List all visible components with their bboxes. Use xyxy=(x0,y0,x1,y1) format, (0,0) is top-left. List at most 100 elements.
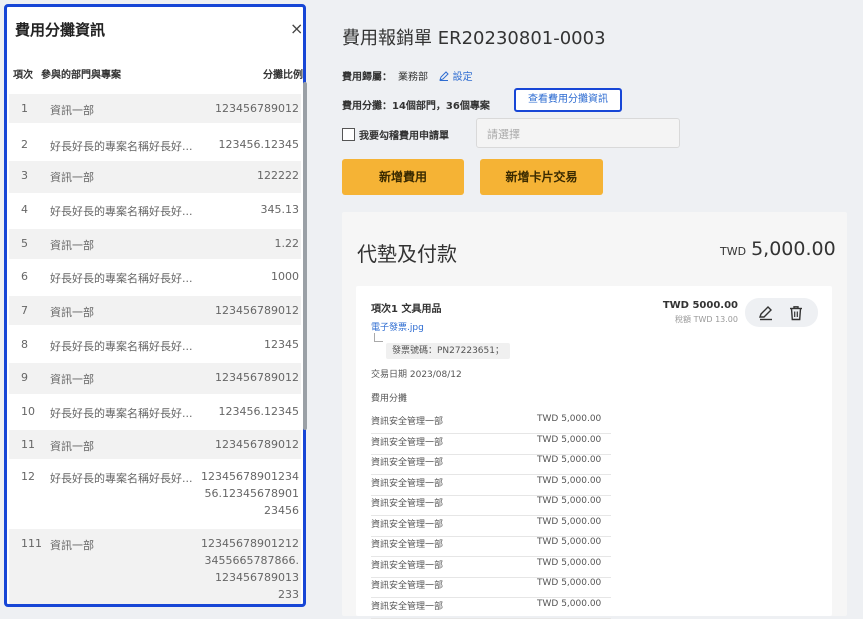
row-ratio: 123456.12345 xyxy=(218,138,299,151)
split-dept: 資訊安全管理一部 xyxy=(371,540,444,550)
allocation-panel: 費用分攤資訊 × 項次 參與的部門與專案 分攤比例 1 資訊一部 123456789… xyxy=(4,4,306,607)
split-dept: 資訊安全管理一部 xyxy=(371,519,444,530)
owner-value: 業務部 xyxy=(398,72,428,83)
panel-scrollbar[interactable] xyxy=(303,82,307,430)
split-row: 資訊安全管理一部 TWD 5,000.00 xyxy=(371,598,611,619)
panel-title: 費用分攤資訊 xyxy=(15,21,106,39)
view-allocation-button[interactable]: 查看費用分攤資訊 xyxy=(514,88,622,112)
row-dept-name: 好長好長的專案名稱好長好... xyxy=(50,140,193,153)
row-index: 9 xyxy=(21,371,28,384)
table-row: 111 資訊一部 12345678901212 3455665787866. 123… xyxy=(9,529,301,604)
owner-label: 費用歸屬： xyxy=(342,72,392,83)
table-row: 3 資訊一部 122222 xyxy=(9,161,301,193)
trash-icon[interactable] xyxy=(788,305,804,321)
row-dept-name: 好長好長的專案名稱好長好... xyxy=(50,272,193,285)
split-dept: 資訊安全管理一部 xyxy=(371,601,444,612)
link-request-checkbox[interactable]: 我要勾稽費用申請單 xyxy=(342,127,449,142)
table-row: 7 資訊一部 123456789012 xyxy=(9,296,301,325)
row-dept-name: 資訊一部 xyxy=(50,239,94,252)
transaction-date: 交易日期 2023/08/12 xyxy=(371,370,462,380)
table-row: 11 資訊一部 123456789012 xyxy=(9,430,301,459)
row-ratio: 123456789012 xyxy=(215,304,299,317)
owner-line: 費用歸屬： 業務部 設定 xyxy=(342,68,473,83)
row-ratio: 12345678901212 3455665787866. 1234567890… xyxy=(201,537,299,601)
table-row: 10 好長好長的專案名稱好長好... 123456.12345 xyxy=(9,397,301,426)
table-row: 9 資訊一部 123456789012 xyxy=(9,363,301,394)
row-ratio: 1.22 xyxy=(274,237,300,250)
edit-icon[interactable] xyxy=(758,305,774,321)
row-dept-name: 資訊一部 xyxy=(50,539,94,552)
attachment-link[interactable]: 電子發票.jpg xyxy=(371,320,424,333)
row-ratio: 122222 xyxy=(257,169,299,182)
header-ratio: 分攤比例 xyxy=(263,70,303,81)
edit-owner-link[interactable]: 設定 xyxy=(439,71,473,83)
split-amount: TWD 5,000.00 xyxy=(537,434,602,445)
item-amount: TWD 5000.00 xyxy=(662,300,738,311)
row-dept-name: 好長好長的專案名稱好長好... xyxy=(50,407,193,420)
row-ratio: 123456789012 xyxy=(215,102,299,115)
table-header: 項次 參與的部門與專案 分攤比例 xyxy=(7,64,303,82)
add-card-transaction-button[interactable]: 新增卡片交易 xyxy=(480,159,603,195)
split-label: 費用分攤 xyxy=(371,394,408,404)
receipt-number: 發票號碼：PN27223651； xyxy=(386,343,510,359)
split-dept: 資訊安全管理一部 xyxy=(371,437,444,448)
row-dept-name: 好長好長的專案名稱好長好... xyxy=(50,472,193,485)
item-title: 項次1 文具用品 xyxy=(371,304,442,315)
split-amount: TWD 5,000.00 xyxy=(537,557,602,568)
row-index: 111 xyxy=(21,537,42,550)
row-dept-name: 資訊一部 xyxy=(50,171,94,184)
row-index: 7 xyxy=(21,304,28,317)
split-amount: TWD 5,000.00 xyxy=(537,496,602,506)
row-dept-name: 好長好長的專案名稱好長好... xyxy=(50,340,193,353)
split-amount: TWD 5,000.00 xyxy=(537,516,602,527)
split-row: 資訊安全管理一部 TWD 5,000.00 xyxy=(371,434,611,455)
total-amount: 5,000.00 xyxy=(751,238,836,260)
split-amount: TWD 5,000.00 xyxy=(537,578,602,588)
row-index: 2 xyxy=(21,138,28,151)
close-icon[interactable]: × xyxy=(290,19,303,38)
advance-title: 代墊及付款 xyxy=(357,242,457,266)
split-row: 資訊安全管理一部 TWD 5,000.00 xyxy=(371,454,611,475)
row-index: 1 xyxy=(21,102,28,115)
tree-connector xyxy=(374,333,383,342)
row-index: 3 xyxy=(21,169,28,182)
table-row: 2 好長好長的專案名稱好長好... 123456.12345 xyxy=(9,130,301,159)
table-row: 8 好長好長的專案名稱好長好... 12345 xyxy=(9,330,301,359)
table-row: 12 好長好長的專案名稱好長好... 12345678901234 56.12345… xyxy=(9,462,301,528)
pencil-icon xyxy=(439,71,450,81)
row-index: 10 xyxy=(21,405,35,418)
split-dept: 資訊安全管理一部 xyxy=(371,581,444,591)
split-amount: TWD 5,000.00 xyxy=(537,537,602,547)
table-row: 1 資訊一部 123456789012 xyxy=(9,94,301,123)
split-dept: 資訊安全管理一部 xyxy=(371,560,444,571)
row-ratio: 1000 xyxy=(271,270,299,283)
split-dept: 資訊安全管理一部 xyxy=(371,417,444,427)
checkbox[interactable] xyxy=(342,128,355,141)
page-title: 費用報銷單 ER20230801-0003 xyxy=(342,28,606,49)
item-actions xyxy=(745,298,818,327)
row-dept-name: 資訊一部 xyxy=(50,440,94,453)
header-dept: 參與的部門與專案 xyxy=(41,70,121,81)
total-currency: TWD xyxy=(720,245,747,258)
row-index: 4 xyxy=(21,203,28,216)
row-dept-name: 資訊一部 xyxy=(50,104,94,117)
split-amount: TWD 5,000.00 xyxy=(537,414,602,424)
split-dept: 資訊安全管理一部 xyxy=(371,499,444,509)
row-ratio: 345.13 xyxy=(260,203,300,216)
request-select[interactable]: 請選擇 xyxy=(476,118,680,148)
row-dept-name: 資訊一部 xyxy=(50,306,94,319)
row-index: 12 xyxy=(21,470,35,483)
row-index: 6 xyxy=(21,270,28,283)
table-row: 4 好長好長的專案名稱好長好... 345.13 xyxy=(9,195,301,224)
table-row: 6 好長好長的專案名稱好長好... 1000 xyxy=(9,262,301,292)
row-index: 8 xyxy=(21,338,28,351)
split-row: 資訊安全管理一部 TWD 5,000.00 xyxy=(371,557,611,578)
advance-total: TWD 5,000.00 xyxy=(720,238,836,260)
row-dept-name: 好長好長的專案名稱好長好... xyxy=(50,205,193,218)
row-ratio: 12345678901234 56.12345678901 23456 xyxy=(201,470,299,517)
split-row: 資訊安全管理一部 TWD 5,000.00 xyxy=(371,413,611,434)
split-dept: 資訊安全管理一部 xyxy=(371,458,444,468)
row-dept-name: 資訊一部 xyxy=(50,373,94,386)
split-amount: TWD 5,000.00 xyxy=(537,455,602,465)
add-expense-button[interactable]: 新增費用 xyxy=(342,159,464,195)
